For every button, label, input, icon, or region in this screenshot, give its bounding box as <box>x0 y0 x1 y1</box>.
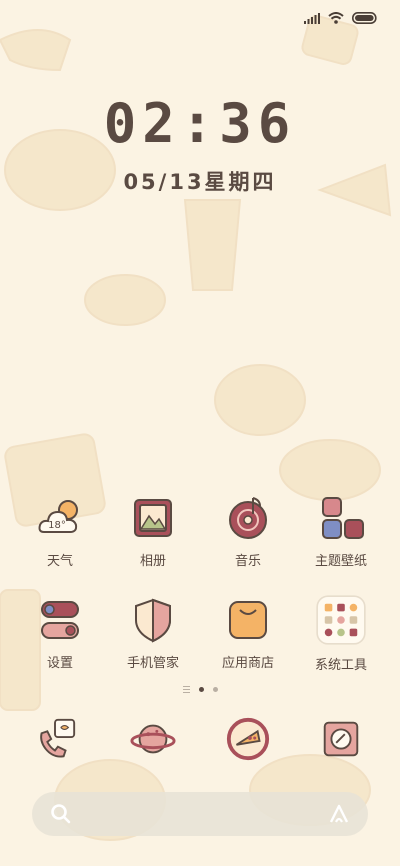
app-label: 相册 <box>139 554 166 569</box>
wifi-icon <box>328 12 344 24</box>
weather-temp: 18° <box>48 520 66 531</box>
pizza-food-icon <box>226 717 270 761</box>
dock-browser[interactable] <box>103 716 203 762</box>
app-label: 音乐 <box>234 554 261 569</box>
app-label: 设置 <box>46 656 73 671</box>
page-indicator-menu <box>182 686 190 693</box>
weather-icon: 18° <box>38 500 78 533</box>
page-indicator[interactable] <box>0 686 400 693</box>
lockscreen-date: 05/13星期四 <box>123 170 277 194</box>
app-themes[interactable]: 主题壁纸 <box>291 494 391 569</box>
dock-phone[interactable] <box>5 716 105 762</box>
browser-planet-icon <box>130 724 176 754</box>
dock-camera[interactable] <box>291 716 391 762</box>
assistant-icon[interactable] <box>328 803 350 825</box>
camera-icon <box>323 721 359 757</box>
lockscreen-time: 02:36 <box>103 92 297 155</box>
app-settings[interactable]: 设置 <box>10 596 110 671</box>
app-label: 应用商店 <box>221 656 274 671</box>
security-icon <box>135 598 171 643</box>
themes-icon <box>322 497 364 539</box>
app-store[interactable]: 应用商店 <box>198 596 298 671</box>
tools-folder-icon <box>316 595 366 645</box>
app-label: 系统工具 <box>314 658 367 673</box>
gallery-icon <box>134 499 172 537</box>
app-security[interactable]: 手机管家 <box>103 596 203 671</box>
status-bar <box>304 8 378 28</box>
music-icon <box>229 497 267 539</box>
app-label: 主题壁纸 <box>314 554 367 569</box>
signal-icon <box>304 12 320 24</box>
app-label: 手机管家 <box>126 656 179 671</box>
phone-icon <box>40 718 76 758</box>
battery-icon <box>352 12 377 24</box>
app-gallery[interactable]: 相册 <box>103 494 203 569</box>
app-music[interactable]: 音乐 <box>198 494 298 569</box>
search-icon <box>51 804 71 824</box>
page-dot-current <box>198 687 204 692</box>
app-weather[interactable]: 18° 天气 <box>10 494 110 569</box>
app-label: 天气 <box>46 554 73 569</box>
page-dot <box>212 687 218 692</box>
settings-icon <box>41 601 79 639</box>
search-bar[interactable] <box>32 792 368 836</box>
app-store-icon <box>229 601 267 639</box>
app-tools-folder[interactable]: 系统工具 <box>291 595 391 673</box>
dock-food[interactable] <box>198 716 298 762</box>
